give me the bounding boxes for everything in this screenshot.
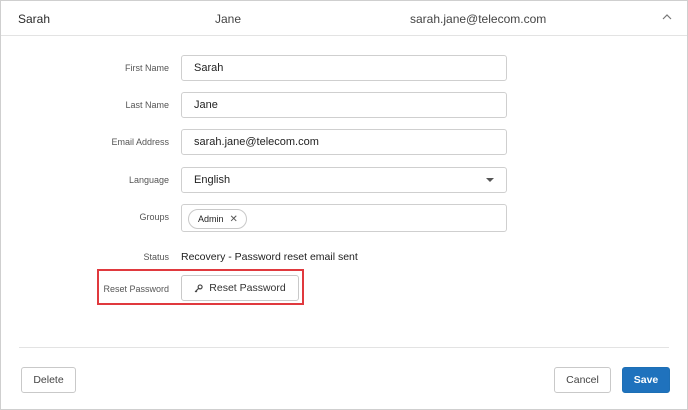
user-summary-header[interactable]: Sarah Jane sarah.jane@telecom.com	[1, 1, 687, 36]
reset-password-label: Reset Password	[103, 284, 169, 294]
groups-field[interactable]: Admin ✕	[181, 204, 507, 232]
chevron-up-icon[interactable]	[660, 10, 674, 24]
delete-button[interactable]: Delete	[21, 367, 76, 393]
caret-down-icon	[486, 178, 494, 182]
header-email: sarah.jane@telecom.com	[410, 12, 547, 26]
reset-password-button[interactable]: Reset Password	[181, 275, 299, 301]
email-field[interactable]	[181, 129, 507, 155]
group-chip-admin: Admin ✕	[188, 209, 247, 229]
email-input[interactable]	[194, 130, 494, 154]
status-value: Recovery - Password reset email sent	[181, 251, 358, 263]
close-icon[interactable]: ✕	[230, 214, 238, 225]
group-chip-label: Admin	[198, 214, 224, 224]
header-last-name: Jane	[215, 12, 242, 26]
last-name-label: Last Name	[125, 100, 169, 110]
first-name-label: First Name	[124, 63, 169, 73]
reset-password-button-label: Reset Password	[209, 282, 286, 294]
cancel-button[interactable]: Cancel	[554, 367, 611, 393]
language-label: Language	[128, 175, 169, 185]
language-select[interactable]: English	[181, 167, 507, 193]
status-label: Status	[143, 252, 169, 262]
header-first-name: Sarah	[18, 12, 51, 26]
language-selected-value: English	[194, 174, 231, 186]
email-label: Email Address	[111, 137, 169, 147]
first-name-field[interactable]	[181, 55, 507, 81]
last-name-field[interactable]	[181, 92, 507, 118]
footer-divider	[19, 347, 669, 348]
groups-label: Groups	[139, 212, 169, 222]
key-icon	[194, 283, 203, 292]
last-name-input[interactable]	[194, 93, 494, 117]
first-name-input[interactable]	[194, 56, 494, 80]
user-edit-panel: Sarah Jane sarah.jane@telecom.com First …	[0, 0, 688, 410]
save-button[interactable]: Save	[622, 367, 670, 393]
